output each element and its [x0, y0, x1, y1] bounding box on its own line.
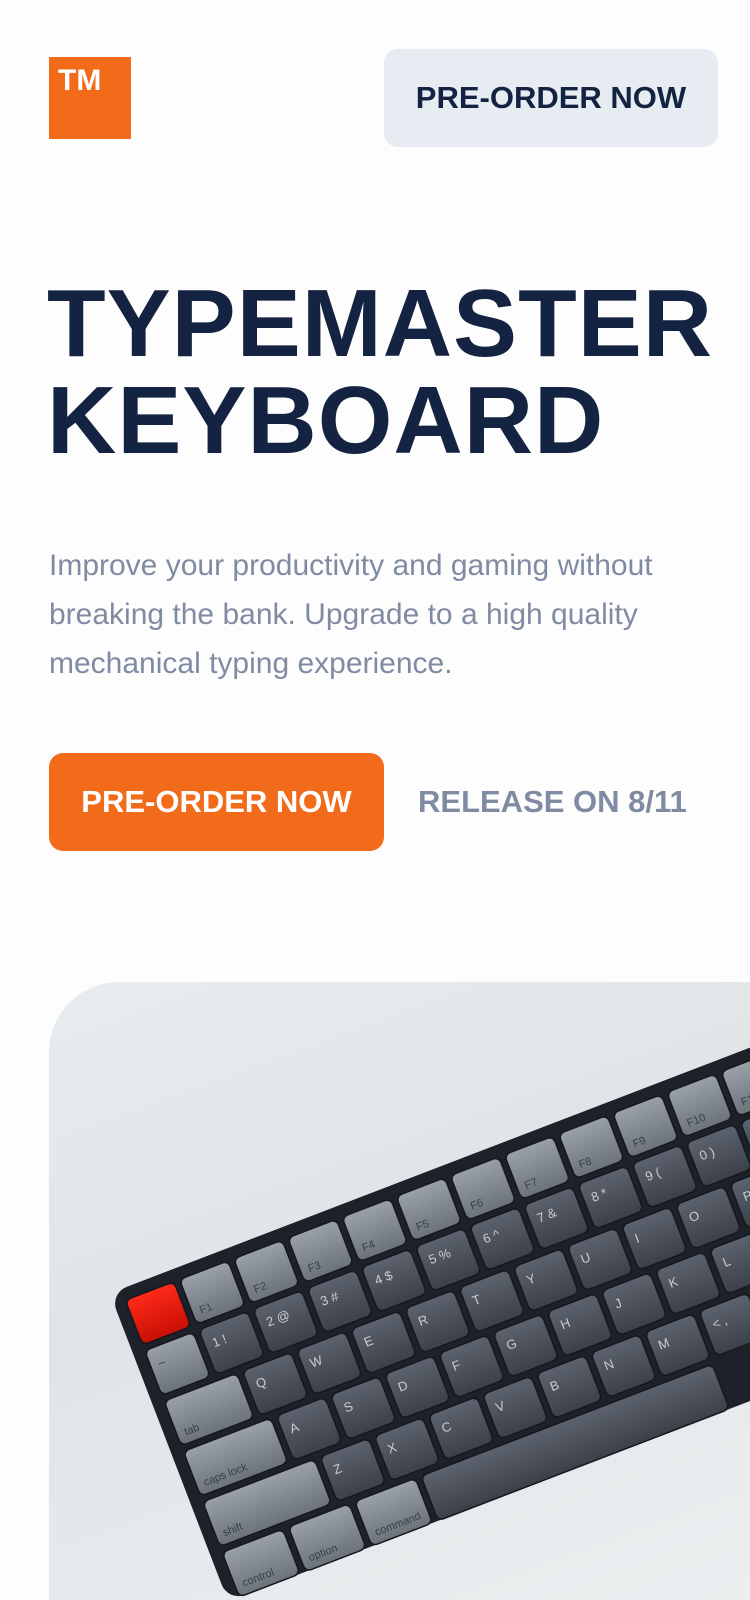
logo-text: TM: [58, 64, 102, 97]
title-line-1: TYPEMASTER: [47, 270, 714, 377]
header-preorder-button[interactable]: PRE-ORDER NOW: [384, 49, 718, 147]
hero-preorder-button[interactable]: PRE-ORDER NOW: [49, 753, 384, 851]
keyboard-photo: F1 F2 F3 F4 F5 F6 F7 F8 F9 F10 F11 ~1 ! 2 @3 #4 $5 %…: [49, 982, 750, 1600]
brand-logo[interactable]: TM: [49, 57, 131, 139]
release-date-text: RELEASE ON 8/11: [418, 784, 687, 819]
page-title: TYPEMASTER KEYBOARD: [47, 275, 747, 469]
hero-description: Improve your productivity and gaming wit…: [49, 549, 653, 680]
keyboard-illustration: F1F2F3F4F5F6F7F8F9F10F11~1 !2 @3 #4 $5 %…: [115, 1026, 750, 1597]
title-line-2: KEYBOARD: [47, 367, 605, 474]
